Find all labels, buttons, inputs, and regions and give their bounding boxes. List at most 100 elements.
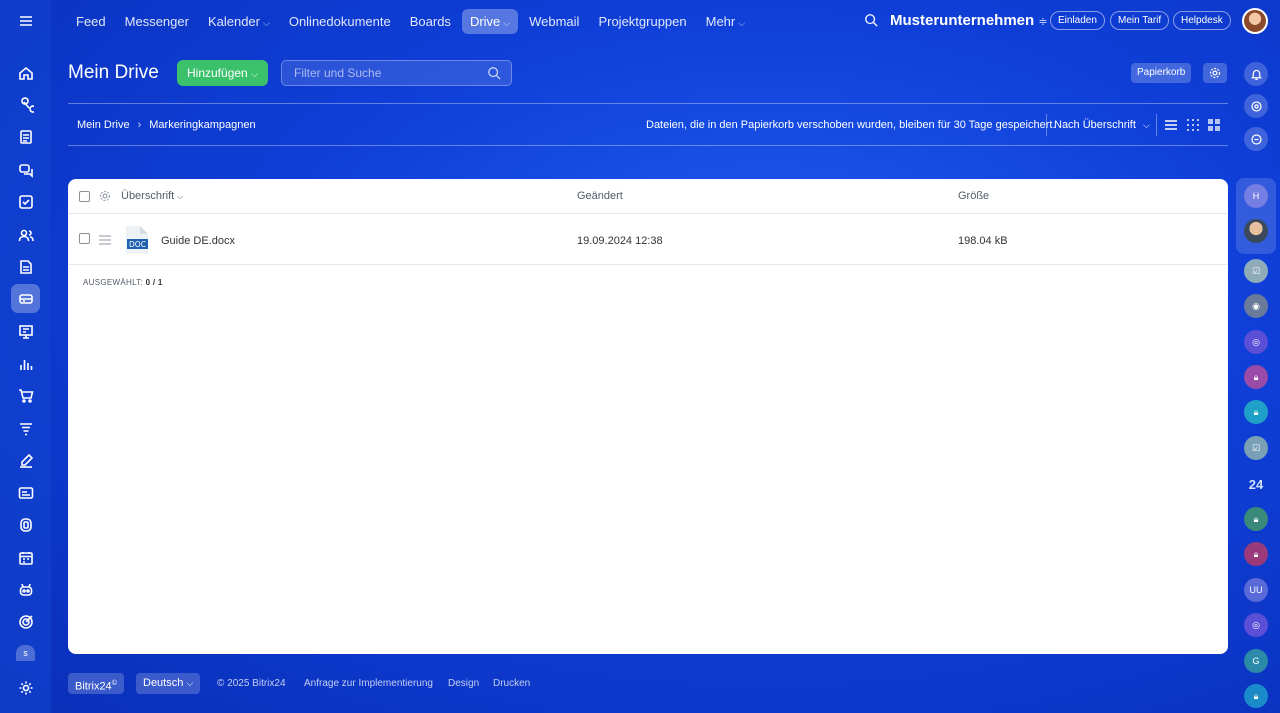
chat-avatar-h[interactable]: H (1244, 184, 1268, 208)
divider (68, 264, 1228, 265)
menu-icon[interactable] (11, 6, 40, 35)
breadcrumb-root[interactable]: Mein Drive (77, 119, 130, 131)
list-view-icon[interactable] (1164, 118, 1178, 132)
nav-drive[interactable]: Drive ⌵ (461, 8, 519, 34)
helpdesk-button[interactable]: Helpdesk (1173, 11, 1231, 30)
chevron-down-icon: ⌵ (263, 17, 270, 28)
gear-icon[interactable] (1203, 63, 1227, 83)
column-modified-header[interactable]: Geändert (577, 190, 623, 202)
row-checkbox[interactable] (79, 233, 90, 244)
file-modified: 19.09.2024 12:38 (577, 235, 663, 247)
nav-boards[interactable]: Boards (402, 9, 459, 34)
sort-dropdown[interactable]: Nach Überschrift ⌵ (1054, 119, 1150, 131)
chevron-down-icon: ⌵ (503, 17, 511, 28)
divider (68, 213, 1228, 214)
analytics-icon[interactable] (11, 349, 40, 378)
copilot-chat-icon[interactable]: ◎ (1244, 613, 1268, 637)
lock-icon[interactable]: 🔒︎ (1244, 684, 1268, 708)
lock-icon[interactable]: 🔒︎ (1244, 365, 1268, 389)
select-all-checkbox[interactable] (79, 191, 90, 202)
shop-icon[interactable] (11, 381, 40, 410)
search-icon[interactable] (864, 13, 878, 27)
chat-avatar-g[interactable]: G (1244, 649, 1268, 673)
divider (68, 103, 1228, 104)
company-name[interactable]: Musterunternehmen ≑ (890, 12, 1048, 29)
file-table: Überschrift ⌵ Geändert Größe DOC Guide D… (68, 179, 1228, 654)
nav-documents[interactable]: Onlinedokumente (281, 9, 399, 34)
robot-icon[interactable] (11, 575, 40, 604)
edit-icon[interactable] (11, 446, 40, 475)
search-input[interactable]: Filter und Suche (281, 60, 512, 86)
calendar-icon[interactable] (11, 543, 40, 572)
tile-view-icon[interactable] (1207, 118, 1221, 132)
invite-button[interactable]: Einladen (1050, 11, 1105, 30)
footer-link-implementation[interactable]: Anfrage zur Implementierung (304, 678, 433, 689)
selection-counter: AUSGEWÄHLT: 0 / 1 (83, 278, 163, 287)
chat-avatar-uu[interactable]: UU (1244, 578, 1268, 602)
add-button[interactable]: Hinzufügen ⌵ (177, 60, 268, 86)
nav-more-label: Mehr (705, 13, 736, 29)
copilot-chat-icon[interactable]: ◎ (1244, 330, 1268, 354)
task-chat-icon[interactable]: ☑ (1244, 436, 1268, 460)
search-placeholder: Filter und Suche (294, 66, 382, 80)
home-icon[interactable] (11, 58, 40, 87)
gear-icon[interactable] (99, 190, 111, 202)
chevron-right-icon: › (137, 119, 142, 131)
user-avatar[interactable] (1242, 8, 1268, 34)
lock-icon[interactable]: 🔒︎ (1244, 507, 1268, 531)
task-chat-icon[interactable]: ☑ (1244, 259, 1268, 283)
nav-webmail[interactable]: Webmail (521, 9, 587, 34)
selection-count: 0 / 1 (145, 278, 163, 287)
nav-more[interactable]: Mehr ⌵ (698, 9, 753, 34)
nav-calendar-label: Kalender (207, 13, 260, 29)
search-chat-icon[interactable] (1244, 127, 1268, 151)
chat-icon[interactable] (11, 155, 40, 184)
footer-link-print[interactable]: Drucken (493, 678, 530, 689)
trash-hint: Dateien, die in den Papierkorb verschobe… (646, 119, 1056, 131)
chevron-down-icon: ⌵ (186, 678, 194, 688)
plan-button[interactable]: Mein Tarif (1110, 11, 1170, 30)
bell-icon[interactable] (1244, 62, 1268, 86)
column-size-header[interactable]: Größe (958, 190, 989, 202)
trash-button[interactable]: Papierkorb (1131, 63, 1192, 83)
pages-icon[interactable] (11, 252, 40, 281)
footer-link-design[interactable]: Design (448, 678, 479, 689)
shield-icon[interactable] (11, 510, 40, 539)
search-icon (488, 67, 501, 80)
document-icon[interactable] (11, 122, 40, 151)
lock-icon[interactable]: 🔒︎ (1244, 400, 1268, 424)
file-name[interactable]: Guide DE.docx (161, 235, 235, 247)
nav-feed[interactable]: Feed (68, 9, 114, 34)
target-icon[interactable] (11, 607, 40, 636)
brand-button[interactable]: Bitrix24© (68, 673, 124, 694)
left-sidebar: s (0, 0, 51, 713)
presentation-icon[interactable] (11, 317, 40, 346)
funnel-icon[interactable] (11, 414, 40, 443)
workflow-icon[interactable] (11, 90, 40, 119)
drag-handle-icon[interactable] (99, 235, 111, 245)
settings-icon[interactable] (11, 673, 40, 702)
grid-view-icon[interactable] (1186, 118, 1200, 132)
tasks-icon[interactable] (11, 187, 40, 216)
chevron-down-icon: ⌵ (738, 17, 746, 28)
chevron-down-icon: ⌵ (177, 192, 184, 201)
file-size: 198.04 kB (958, 235, 1008, 247)
chat-avatar-group[interactable]: ◉ (1244, 294, 1268, 318)
chevron-down-icon: ⌵ (251, 69, 258, 79)
bitrix24-chat[interactable]: 24 (1244, 472, 1268, 496)
chat-avatar-photo[interactable] (1244, 219, 1268, 243)
company-label: Musterunternehmen (890, 12, 1035, 29)
contacts-icon[interactable] (11, 220, 40, 249)
breadcrumb-current[interactable]: Markeringkampagnen (149, 119, 255, 131)
sidebar-badge[interactable]: s (16, 645, 35, 661)
language-select[interactable]: Deutsch ⌵ (136, 673, 201, 694)
lock-icon[interactable]: 🔒︎ (1244, 542, 1268, 566)
nav-messenger[interactable]: Messenger (117, 9, 197, 34)
nav-calendar[interactable]: Kalender ⌵ (200, 9, 278, 34)
copilot-icon[interactable] (1244, 94, 1268, 118)
divider (68, 145, 1228, 146)
drive-icon[interactable] (11, 284, 40, 313)
nav-workgroups[interactable]: Projektgruppen (590, 9, 694, 34)
column-name-header[interactable]: Überschrift ⌵ (121, 190, 183, 202)
card-icon[interactable] (11, 478, 40, 507)
